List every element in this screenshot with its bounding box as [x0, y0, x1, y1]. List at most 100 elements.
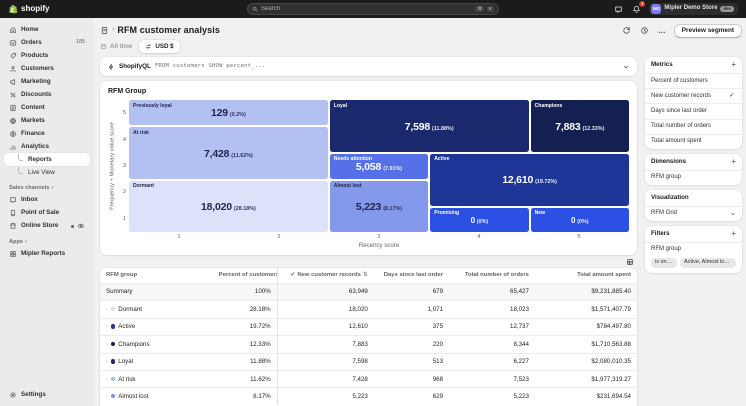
- admin-chat-button[interactable]: [613, 4, 624, 15]
- rfm-cell-promising[interactable]: Promising0(0%): [430, 208, 528, 233]
- sidebar-item-discounts[interactable]: Discounts: [4, 88, 90, 101]
- column-header-total-number-of-orders[interactable]: Total number of orders: [449, 268, 535, 284]
- table-row[interactable]: ›Loyal11.88%7,5985136,227$2,080,010.35: [100, 353, 637, 370]
- cell-total-amount-spent: $231,694.54: [535, 388, 637, 405]
- cell-rfm-group: › Active: [100, 318, 213, 335]
- rfm-cell-needs-attention[interactable]: Needs attention5,058(7.91%): [330, 154, 428, 179]
- table-row[interactable]: ›Active19.72%12,61037512,737$784,497.80: [100, 318, 637, 335]
- rfm-cell-previously-loyal[interactable]: Previously loyal129(0.2%): [129, 100, 328, 125]
- store-avatar: MD: [651, 4, 661, 14]
- rfm-cell-label: Needs attention: [334, 156, 372, 162]
- panel-item-rfm-group[interactable]: RFM group: [645, 170, 742, 185]
- sidebar-item-live-view[interactable]: Live View: [4, 166, 90, 179]
- refresh-button[interactable]: [620, 24, 633, 37]
- rfm-cell-percent: (7.91%): [383, 166, 402, 172]
- panel-item-rfm-grid[interactable]: RFM Grid: [645, 206, 742, 221]
- sidebar-item-markets[interactable]: Markets: [4, 114, 90, 127]
- preview-segment-button[interactable]: Preview segment: [674, 24, 742, 38]
- store-icon: [9, 222, 17, 230]
- panel-item-total-amount-spent[interactable]: Total amount spent: [645, 134, 742, 149]
- table-row[interactable]: ›Dormant28.18%18,0201,07118,023$1,571,40…: [100, 301, 637, 318]
- group-label: Active: [118, 323, 135, 330]
- cell-total-number-of-orders: 18,023: [449, 301, 535, 318]
- apps-header[interactable]: Apps ›: [4, 233, 90, 248]
- table-grid-icon: [626, 258, 634, 266]
- search-input[interactable]: [261, 6, 472, 12]
- table-row[interactable]: ›At risk11.62%7,4289687,523$1,977,319.27: [100, 371, 637, 388]
- sales-channels-header[interactable]: Sales channels ›: [4, 179, 90, 194]
- sidebar-item-point-of-sale[interactable]: Point of Sale: [4, 207, 90, 220]
- sidebar-item-reports[interactable]: Reports: [4, 153, 90, 166]
- sidebar-item-customers[interactable]: Customers: [4, 62, 90, 75]
- more-options-button[interactable]: …: [656, 24, 669, 37]
- sidebar-item-inbox[interactable]: Inbox: [4, 194, 90, 207]
- group-label: Almost lost: [118, 393, 148, 400]
- column-header-days-since-last-order[interactable]: Days since last order: [374, 268, 449, 284]
- x-axis-label: Recency score: [129, 242, 629, 249]
- sidebar-item-products[interactable]: Products: [4, 49, 90, 62]
- add-dimensions-button[interactable]: +: [731, 158, 736, 166]
- discounts-icon: [9, 91, 17, 99]
- expand-caret-icon: ›: [106, 324, 108, 330]
- sidebar-item-content[interactable]: Content: [4, 101, 90, 114]
- column-header-percent-of-customers[interactable]: Percent of customers: [213, 268, 277, 284]
- panel-item-percent-of-customers[interactable]: Percent of customers: [645, 73, 742, 88]
- check-icon: ✓: [291, 272, 296, 278]
- sidebar-item-analytics[interactable]: Analytics: [4, 140, 90, 153]
- column-header-total-amount-spent[interactable]: Total amount spent: [535, 268, 637, 284]
- store-menu[interactable]: MD Mipler Demo Store dev: [649, 3, 738, 15]
- currency-selector[interactable]: USD $: [139, 40, 179, 52]
- schedule-button[interactable]: [638, 24, 651, 37]
- panel-item-total-number-of-orders[interactable]: Total number of orders: [645, 119, 742, 134]
- sidebar-item-marketing[interactable]: Marketing: [4, 75, 90, 88]
- add-metrics-button[interactable]: +: [731, 61, 736, 69]
- filter-condition-pill[interactable]: is one of: [651, 258, 677, 268]
- group-color-dot: [111, 394, 116, 399]
- column-header-new-customer-records[interactable]: ✓New customer records⇅: [277, 268, 374, 284]
- rfm-cell-loyal[interactable]: Loyal7,598(11.88%): [330, 100, 529, 152]
- page-header: › RFM customer analysis … Preview seg: [100, 23, 742, 38]
- rfm-cell-new[interactable]: New0(0%): [531, 208, 629, 233]
- rfm-cell-champions[interactable]: Champions7,883(12.33%): [531, 100, 629, 152]
- export-table-button[interactable]: [626, 258, 634, 266]
- rfm-cell-at-risk[interactable]: At risk7,428(11.62%): [129, 127, 328, 179]
- rfm-cell-percent: (0%): [477, 219, 488, 225]
- analytics-icon: [9, 143, 17, 151]
- rfm-table-card: RFM groupPercent of customers✓New custom…: [100, 268, 637, 406]
- filter-condition-pill[interactable]: Active, Almost lost, A...: [680, 258, 736, 268]
- shopify-logo[interactable]: shopify: [8, 4, 49, 14]
- cell-total-amount-spent: $1,977,319.27: [535, 371, 637, 388]
- cell-total-number-of-orders: 65,427: [449, 283, 535, 300]
- sidebar-item-home[interactable]: Home: [4, 23, 90, 36]
- column-header-rfm-group[interactable]: RFM group: [100, 268, 213, 284]
- date-range-filter[interactable]: All time: [100, 43, 132, 50]
- sidebar-item-label: Online Store: [21, 222, 58, 230]
- chevron-down-icon[interactable]: [622, 63, 630, 71]
- rfm-cell-active[interactable]: Active12,610(19.72%): [430, 154, 629, 206]
- sidebar-item-finance[interactable]: Finance: [4, 127, 90, 140]
- notifications-button[interactable]: 1: [631, 4, 642, 15]
- panel-visualization: VisualizationRFM Grid: [645, 190, 742, 221]
- rfm-cell-almost-lost[interactable]: Almost lost5,223(8.17%): [330, 181, 428, 233]
- sidebar-item-settings[interactable]: Settings: [4, 388, 90, 401]
- shopifyql-query: FROM customers SHOW percent_...: [155, 63, 266, 70]
- shopifyql-label: ShopifyQL: [119, 63, 151, 71]
- cell-days-since-last-order: 220: [374, 336, 449, 353]
- panel-item-new-customer-records[interactable]: New customer records✓: [645, 88, 742, 103]
- x-axis-tick: 5: [529, 234, 629, 241]
- add-filters-button[interactable]: +: [731, 230, 736, 238]
- panel-item-rfm-group[interactable]: RFM group: [645, 242, 742, 257]
- shopifyql-bar[interactable]: ShopifyQL FROM customers SHOW percent_..…: [100, 57, 637, 76]
- sidebar-item-online-store[interactable]: Online Store: [4, 220, 90, 233]
- sidebar-item-orders[interactable]: Orders185: [4, 36, 90, 49]
- sidebar-item-mipler-reports[interactable]: Mipler Reports: [4, 247, 90, 260]
- table-row[interactable]: ›Champions12.33%7,8832208,344$1,710,563.…: [100, 336, 637, 353]
- cell-rfm-group: ›Loyal: [100, 353, 213, 370]
- gear-icon: [9, 391, 17, 399]
- table-row-summary[interactable]: Summary100%63,94967965,427$9,231,885.40: [100, 283, 637, 300]
- table-row[interactable]: ›Almost lost8.17%5,2236295,223$231,694.5…: [100, 388, 637, 405]
- rfm-cell-dormant[interactable]: Dormant18,020(28.18%): [129, 181, 328, 233]
- rfm-cell-label: Promising: [434, 210, 459, 216]
- panel-item-days-since-last-order[interactable]: Days since last order: [645, 103, 742, 118]
- search-bar[interactable]: ⌘ K: [247, 3, 499, 15]
